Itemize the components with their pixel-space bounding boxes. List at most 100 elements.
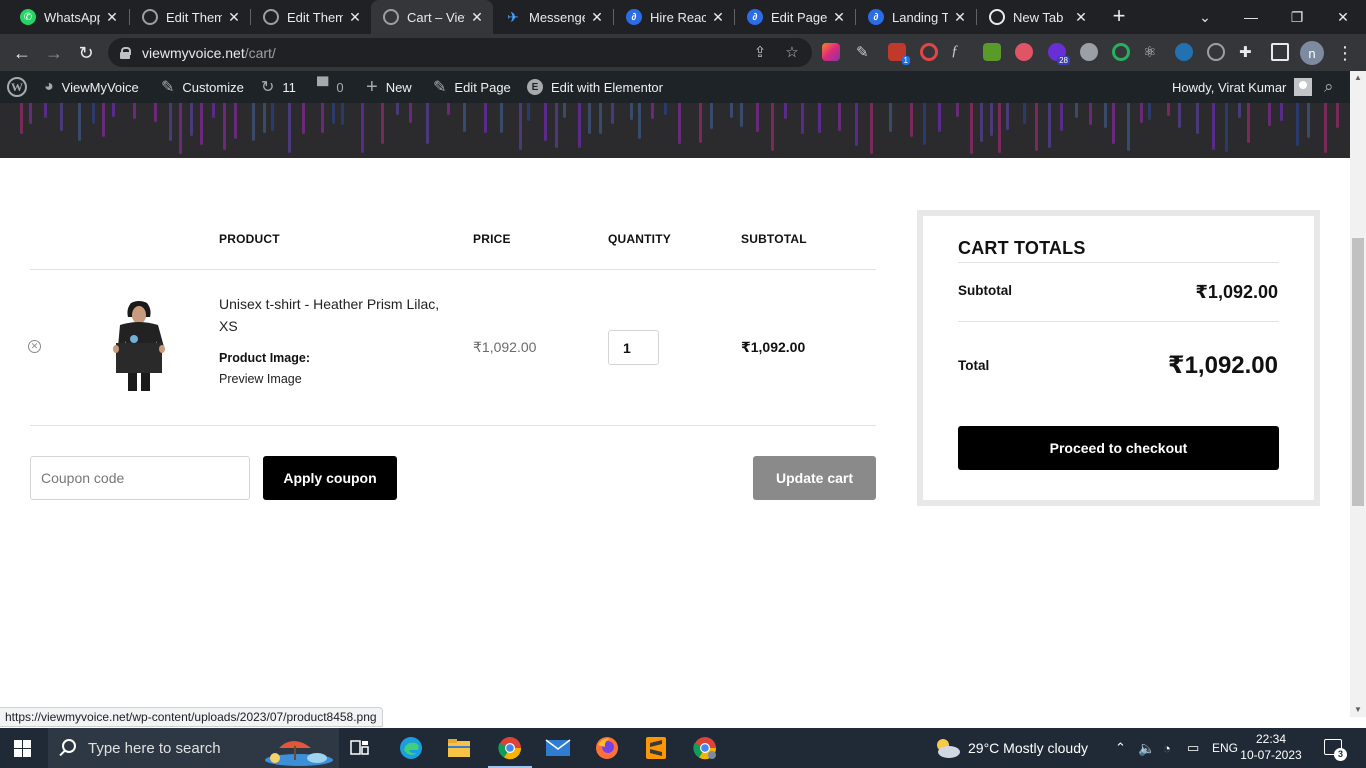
- item-price: ₹1,092.00: [473, 339, 537, 355]
- wp-logo-menu[interactable]: W: [7, 71, 27, 103]
- weather-widget[interactable]: 29°C Mostly cloudy: [932, 728, 1088, 768]
- gray-extension-icon[interactable]: [1080, 43, 1098, 61]
- coupon-code-input[interactable]: [30, 456, 250, 500]
- react-extension-icon[interactable]: ⚛: [1143, 43, 1161, 61]
- scrollbar-thumb[interactable]: [1352, 238, 1364, 506]
- remove-item-icon[interactable]: ✕: [28, 340, 41, 353]
- banner-stripe: [20, 103, 23, 134]
- close-tab-icon[interactable]: ✕: [347, 9, 363, 25]
- banner-stripe: [740, 103, 743, 127]
- quantity-input[interactable]: [608, 330, 659, 365]
- new-tab-button[interactable]: +: [1108, 5, 1130, 27]
- share-icon[interactable]: ⇪: [751, 43, 769, 61]
- close-tab-icon[interactable]: ✕: [1073, 9, 1089, 25]
- tab-messenger[interactable]: ✈ Messenger ✕: [493, 0, 613, 34]
- compass-extension-icon[interactable]: [1207, 43, 1225, 61]
- product-meta-value[interactable]: Preview Image: [219, 372, 302, 386]
- edit-page-menu[interactable]: ✎ Edit Page: [433, 71, 511, 103]
- clock[interactable]: 22:34 10-07-2023: [1238, 731, 1304, 763]
- pencil-extension-icon[interactable]: ✎: [856, 43, 874, 61]
- close-tab-icon[interactable]: ✕: [469, 9, 485, 25]
- forward-icon[interactable]: →: [42, 41, 66, 65]
- page-scrollbar[interactable]: ▲ ▼: [1350, 71, 1366, 717]
- notifications-icon[interactable]: 3: [1324, 739, 1347, 761]
- profile-avatar[interactable]: n: [1300, 41, 1324, 65]
- record-extension-icon[interactable]: [920, 43, 938, 61]
- proceed-to-checkout-button[interactable]: Proceed to checkout: [958, 426, 1279, 470]
- volume-icon[interactable]: 🔈: [1138, 728, 1155, 768]
- close-tab-icon[interactable]: ✕: [589, 9, 605, 25]
- browser-menu-icon[interactable]: ⋮: [1336, 42, 1354, 64]
- elementor-menu[interactable]: E Edit with Elementor: [527, 71, 663, 103]
- updates-menu[interactable]: ↻ 11: [261, 71, 296, 103]
- scroll-up-icon[interactable]: ▲: [1350, 71, 1366, 85]
- close-window-icon[interactable]: ✕: [1320, 0, 1366, 34]
- close-tab-icon[interactable]: ✕: [104, 9, 120, 25]
- tab-landing[interactable]: ∂ Landing Te ✕: [856, 0, 976, 34]
- banner-stripe: [409, 103, 412, 123]
- address-bar[interactable]: viewmyvoice.net/cart/: [108, 38, 812, 67]
- edit-page-label: Edit Page: [454, 79, 511, 95]
- tab-new-tab[interactable]: New Tab ✕: [977, 0, 1097, 34]
- product-thumbnail[interactable]: [104, 299, 174, 393]
- new-content-menu[interactable]: + New: [366, 71, 412, 103]
- banner-stripe: [1023, 103, 1026, 124]
- wordpress-extension-icon[interactable]: [1175, 43, 1193, 61]
- chrome-taskbar-icon[interactable]: [488, 734, 532, 768]
- apply-coupon-button[interactable]: Apply coupon: [263, 456, 397, 500]
- admin-search[interactable]: ⌕: [1324, 71, 1334, 103]
- edge-icon[interactable]: [397, 734, 425, 762]
- windows-start-icon[interactable]: [14, 740, 31, 757]
- product-name-link[interactable]: Unisex t-shirt - Heather Prism Lilac, XS: [219, 293, 459, 337]
- tab-cart-active[interactable]: Cart – View ✕: [371, 0, 493, 34]
- chrome-profile-taskbar-icon[interactable]: [691, 734, 719, 762]
- show-hidden-icons[interactable]: ⌃: [1115, 728, 1126, 768]
- minimize-icon[interactable]: —: [1228, 0, 1274, 34]
- tab-whatsapp[interactable]: ✆ WhatsApp ✕: [8, 0, 128, 34]
- tab-edit-theme-1[interactable]: Edit Theme ✕: [130, 0, 250, 34]
- back-icon[interactable]: ←: [10, 41, 34, 65]
- puzzle-extensions-icon[interactable]: ✚: [1239, 43, 1257, 61]
- function-extension-icon[interactable]: ƒ: [951, 43, 969, 61]
- updates-icon: ↻: [261, 79, 275, 96]
- tab-search-icon[interactable]: ⌄: [1182, 0, 1228, 34]
- close-tab-icon[interactable]: ✕: [952, 9, 968, 25]
- green-ring-extension-icon[interactable]: [1112, 43, 1130, 61]
- close-tab-icon[interactable]: ✕: [710, 9, 726, 25]
- tab-hire-react[interactable]: ∂ Hire React ✕: [614, 0, 734, 34]
- instagram-extension-icon[interactable]: [822, 43, 840, 61]
- device-icon[interactable]: ▭: [1187, 728, 1199, 768]
- banner-stripe: [1127, 103, 1130, 151]
- banner-stripe: [544, 103, 547, 141]
- restore-icon[interactable]: ❐: [1274, 0, 1320, 34]
- firefox-icon[interactable]: [593, 734, 621, 762]
- close-tab-icon[interactable]: ✕: [831, 9, 847, 25]
- bookmark-star-icon[interactable]: ☆: [783, 43, 801, 61]
- customize-menu[interactable]: ✎ Customize: [161, 71, 244, 103]
- tab-label: Edit Theme: [287, 9, 343, 25]
- reload-icon[interactable]: ↻: [74, 41, 98, 65]
- red-extension-icon[interactable]: 1: [888, 43, 910, 65]
- tab-edit-page[interactable]: ∂ Edit Page " ✕: [735, 0, 855, 34]
- language-indicator[interactable]: ENG: [1212, 728, 1238, 768]
- task-view-icon[interactable]: [346, 734, 374, 762]
- green-extension-icon[interactable]: [983, 43, 1001, 61]
- side-panel-icon[interactable]: [1271, 43, 1289, 61]
- account-menu[interactable]: Howdy, Virat Kumar: [1172, 71, 1313, 103]
- network-icon[interactable]: ◔: [1163, 728, 1171, 768]
- comments-menu[interactable]: ▀ 0: [317, 71, 344, 103]
- purple-extension-icon[interactable]: 28: [1048, 43, 1070, 65]
- file-explorer-icon[interactable]: [445, 734, 473, 762]
- update-cart-button[interactable]: Update cart: [753, 456, 876, 500]
- banner-stripe: [1238, 103, 1241, 118]
- taskbar-search[interactable]: Type here to search: [48, 728, 339, 768]
- tab-edit-theme-2[interactable]: Edit Theme ✕: [251, 0, 371, 34]
- close-tab-icon[interactable]: ✕: [226, 9, 242, 25]
- sublime-text-icon[interactable]: [642, 734, 670, 762]
- pink-extension-icon[interactable]: [1015, 43, 1033, 61]
- mail-icon[interactable]: [544, 734, 572, 762]
- table-divider: [30, 425, 876, 426]
- search-highlight-icon: [265, 741, 333, 766]
- site-name-menu[interactable]: ◕ ViewMyVoice: [44, 71, 139, 103]
- scroll-down-icon[interactable]: ▼: [1350, 703, 1366, 717]
